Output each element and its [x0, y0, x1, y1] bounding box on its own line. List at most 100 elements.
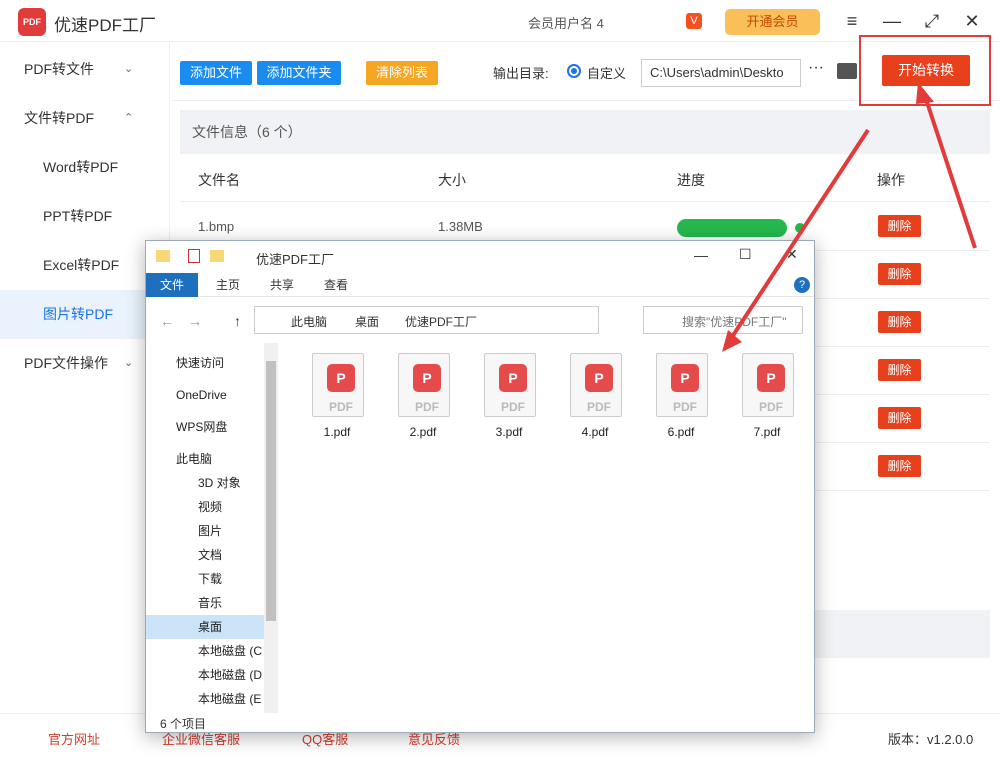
col-action: 操作: [877, 172, 905, 188]
pdf-type-label: PDF: [415, 400, 439, 414]
version-label: 版本：v1.2.0.0: [888, 732, 974, 747]
nav-item[interactable]: 音乐: [146, 591, 264, 615]
pdf-file[interactable]: P PDF 4.pdf: [562, 353, 628, 448]
breadcrumb-pc[interactable]: 此电脑: [291, 313, 327, 330]
properties-icon[interactable]: [188, 249, 200, 263]
member-info: 会员用户名 4: [528, 16, 604, 31]
explorer-close[interactable]: ✕: [786, 246, 798, 263]
pdf-type-label: PDF: [501, 400, 525, 414]
pdf-file-icon: P PDF: [484, 353, 536, 417]
pdf-file[interactable]: P PDF 2.pdf: [390, 353, 456, 448]
table-header: 文件名 大小 进度 操作: [180, 154, 990, 202]
nav-item[interactable]: 视频: [146, 495, 264, 519]
pdf-file[interactable]: P PDF 6.pdf: [648, 353, 714, 448]
pdf-logo-icon: P: [585, 364, 613, 392]
vip-badge-icon: V: [686, 13, 702, 29]
sidebar-item-file-to-pdf[interactable]: 文件转PDF ⌃: [0, 94, 170, 143]
nav-pane: 快速访问 OneDrive WPS网盘 此电脑 3D 对象 视频 图片 文档 下载 音乐 桌面 本地磁…: [146, 343, 278, 713]
maximize-button[interactable]: ⤢: [921, 10, 943, 32]
highlight-box: [859, 35, 991, 106]
nav-item[interactable]: 快速访问: [146, 351, 264, 375]
add-file-button[interactable]: 添加文件: [180, 61, 252, 85]
tab-home[interactable]: 主页: [202, 273, 254, 297]
sidebar-item-pdf-to-file[interactable]: PDF转文件 ⌄: [0, 45, 170, 94]
website-link[interactable]: 官方网址: [48, 729, 100, 748]
search-input[interactable]: 搜索"优速PDF工厂": [643, 306, 803, 334]
nav-item[interactable]: 文档: [146, 543, 264, 567]
help-icon[interactable]: ?: [794, 277, 810, 293]
delete-button[interactable]: 删除: [878, 215, 921, 237]
delete-button[interactable]: 删除: [878, 263, 921, 285]
pdf-file-name: 2.pdf: [409, 425, 437, 439]
pdf-logo-icon: P: [671, 364, 699, 392]
pdf-file-icon: P PDF: [312, 353, 364, 417]
pdf-type-label: PDF: [587, 400, 611, 414]
add-folder-button[interactable]: 添加文件夹: [257, 61, 341, 85]
pdf-file-name: 6.pdf: [667, 425, 695, 439]
nav-item[interactable]: 3D 对象: [146, 471, 264, 495]
pdf-file-name: 1.pdf: [323, 425, 351, 439]
nav-item[interactable]: WPS网盘: [146, 415, 264, 439]
pdf-logo-icon: P: [757, 364, 785, 392]
nav-item[interactable]: OneDrive: [146, 383, 264, 407]
tab-view[interactable]: 查看: [310, 273, 362, 297]
pdf-file-name: 3.pdf: [495, 425, 523, 439]
explorer-title-bar: 优速PDF工厂 — ☐ ✕: [146, 241, 814, 273]
sidebar-item-ppt-to-pdf[interactable]: PPT转PDF: [0, 192, 170, 241]
more-icon[interactable]: ···: [808, 59, 824, 77]
tab-file[interactable]: 文件: [146, 273, 199, 297]
pdf-logo-icon: P: [499, 364, 527, 392]
pdf-logo-icon: P: [413, 364, 441, 392]
delete-button[interactable]: 删除: [878, 359, 921, 381]
pdf-logo-icon: P: [327, 364, 355, 392]
scrollbar-thumb[interactable]: [266, 361, 276, 621]
explorer-window: 优速PDF工厂 — ☐ ✕ 文件 主页 共享 查看 ? ← → ↑ 此电脑 桌面…: [145, 240, 815, 733]
explorer-maximize[interactable]: ☐: [739, 246, 752, 263]
nav-item[interactable]: 本地磁盘 (C: [146, 639, 264, 663]
nav-item[interactable]: 此电脑: [146, 447, 264, 471]
status-bar: 6 个项目: [160, 717, 207, 731]
col-size: 大小: [438, 172, 466, 188]
pdf-file[interactable]: P PDF 7.pdf: [734, 353, 800, 448]
pdf-type-label: PDF: [673, 400, 697, 414]
nav-item[interactable]: 下载: [146, 567, 264, 591]
delete-button[interactable]: 删除: [878, 455, 921, 477]
col-name: 文件名: [198, 172, 240, 188]
up-icon[interactable]: ↑: [234, 313, 241, 329]
back-icon[interactable]: ←: [160, 313, 174, 329]
explorer-minimize[interactable]: —: [694, 247, 708, 263]
chevron-down-icon: ⌄: [124, 357, 134, 369]
close-button[interactable]: ✕: [961, 10, 983, 32]
minimize-button[interactable]: —: [881, 10, 903, 32]
pdf-file[interactable]: P PDF 3.pdf: [476, 353, 542, 448]
address-bar[interactable]: 此电脑 桌面 优速PDF工厂: [254, 306, 599, 334]
nav-item[interactable]: 本地磁盘 (E: [146, 687, 264, 711]
output-dir-label: 输出目录:: [493, 66, 549, 81]
file-info-header: 文件信息（6 个）: [180, 110, 990, 154]
tab-share[interactable]: 共享: [256, 273, 308, 297]
custom-dir-label: 自定义: [587, 66, 627, 81]
app-title: 优速PDF工厂: [54, 16, 156, 35]
chevron-up-icon: ⌃: [124, 112, 134, 124]
vip-button[interactable]: 开通会员: [725, 9, 820, 35]
breadcrumb-desktop[interactable]: 桌面: [355, 313, 379, 330]
delete-button[interactable]: 删除: [878, 407, 921, 429]
forward-icon[interactable]: →: [188, 313, 202, 329]
pdf-file-name: 7.pdf: [753, 425, 781, 439]
output-path-input[interactable]: C:\Users\admin\Deskto: [641, 59, 801, 87]
nav-item[interactable]: 图片: [146, 519, 264, 543]
new-folder-icon[interactable]: [210, 250, 224, 262]
clear-list-button[interactable]: 清除列表: [366, 61, 438, 85]
nav-item[interactable]: 本地磁盘 (D: [146, 663, 264, 687]
pdf-type-label: PDF: [329, 400, 353, 414]
menu-icon[interactable]: ≡: [841, 10, 863, 32]
pdf-file[interactable]: P PDF 1.pdf: [304, 353, 370, 448]
sidebar-item-word-to-pdf[interactable]: Word转PDF: [0, 143, 170, 192]
delete-button[interactable]: 删除: [878, 311, 921, 333]
folder-icon[interactable]: [837, 63, 857, 79]
custom-dir-radio[interactable]: [567, 64, 581, 78]
title-bar: PDF 优速PDF工厂 会员用户名 4 V 开通会员 ≡ — ⤢ ✕: [0, 0, 1000, 42]
ribbon: 文件 主页 共享 查看 ?: [146, 273, 814, 297]
nav-item[interactable]: 桌面: [146, 615, 264, 639]
breadcrumb-folder[interactable]: 优速PDF工厂: [405, 313, 477, 330]
